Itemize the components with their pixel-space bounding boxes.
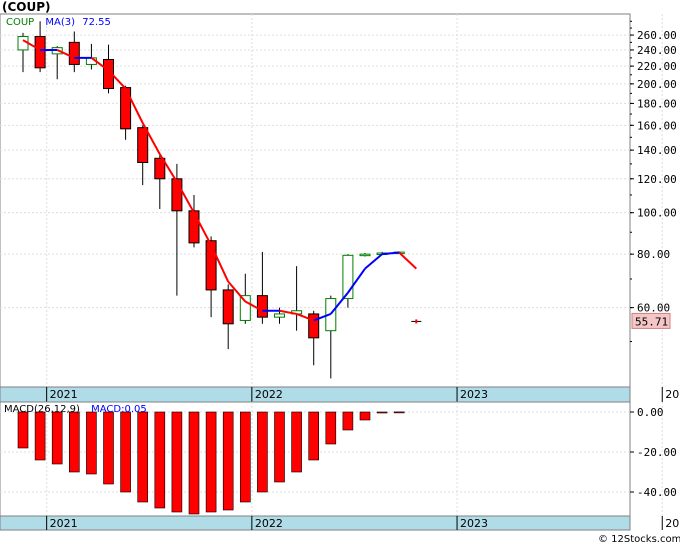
macd-bar xyxy=(393,411,405,414)
macd-tick-label: -40.00 xyxy=(637,486,677,499)
price-y-axis: 260.00 240.00 220.00 200.00 180.00 160.00 140.… xyxy=(630,20,677,343)
price-tick-label: 120.00 xyxy=(637,173,677,186)
candle-body xyxy=(222,289,234,325)
candle-body xyxy=(137,127,149,163)
price-tick-label: 260.00 xyxy=(637,29,677,42)
macd-bar xyxy=(69,411,80,473)
macd-bar xyxy=(34,411,46,461)
price-x-axis-band xyxy=(0,386,631,403)
price-tick-label: 80.00 xyxy=(637,248,670,261)
macd-x-axis-band xyxy=(0,515,631,531)
year-label: 2022 xyxy=(255,388,283,401)
price-tick-label: 240.00 xyxy=(637,44,677,57)
stock-chart: 260.00 240.00 220.00 200.00 180.00 160.00 140.… xyxy=(0,0,680,545)
price-legend: COUP MA(3) 72.55 xyxy=(6,17,111,28)
macd-bar xyxy=(154,411,166,509)
macd-bar xyxy=(359,411,371,421)
macd-bar xyxy=(342,411,354,431)
macd-bar xyxy=(103,411,114,485)
year-label: 2022 xyxy=(255,517,283,530)
candle-body xyxy=(274,313,285,318)
macd-bar xyxy=(86,411,97,475)
candle-body xyxy=(188,210,200,244)
macd-bar xyxy=(51,411,63,465)
candle-body xyxy=(308,313,320,339)
macd-legend: MACD(26,12,9) MACD:0.05 xyxy=(4,404,147,415)
macd-bar xyxy=(205,411,217,513)
price-tick-label: 140.00 xyxy=(637,144,677,157)
chart-title: (COUP) xyxy=(2,0,51,14)
candle-body xyxy=(68,41,80,65)
macd-legend-label: MACD(26,12,9) xyxy=(4,404,80,415)
footer-credit: © 12Stocks.com xyxy=(598,534,680,545)
year-label: 2021 xyxy=(50,517,78,530)
macd-y-axis: 0.00 -20.00 -40.00 xyxy=(630,406,677,499)
macd-bar xyxy=(376,411,388,414)
macd-bar xyxy=(291,411,302,473)
macd-bar xyxy=(120,411,131,493)
macd-bar xyxy=(222,411,234,511)
price-tick-label: 100.00 xyxy=(637,207,677,220)
candle-body xyxy=(256,295,268,318)
macd-bar xyxy=(240,411,251,503)
macd-bar xyxy=(325,411,337,445)
macd-bar xyxy=(274,411,285,483)
price-tick-label: 160.00 xyxy=(637,119,677,132)
macd-bar xyxy=(308,411,320,461)
candle-body xyxy=(359,253,371,257)
candle-body xyxy=(239,295,251,321)
price-tick-label: 60.00 xyxy=(637,302,670,315)
macd-tick-label: -20.00 xyxy=(637,446,677,459)
macd-bar xyxy=(137,411,148,503)
candle-body xyxy=(34,36,46,69)
macd-bar xyxy=(188,411,200,515)
last-price-label: 55.71 xyxy=(635,315,668,328)
legend-ma-value: 72.55 xyxy=(82,17,111,28)
price-tick-label: 200.00 xyxy=(637,78,677,91)
macd-tick-label: 0.00 xyxy=(637,406,664,419)
year-label: 2024 xyxy=(665,517,680,530)
year-label: 2023 xyxy=(460,517,488,530)
legend-ma-label: MA(3) xyxy=(45,17,75,28)
legend-ticker: COUP xyxy=(6,17,34,28)
year-label: 2023 xyxy=(460,388,488,401)
year-label: 2024 xyxy=(665,388,680,401)
macd-legend-value: MACD:0.05 xyxy=(91,404,147,415)
candle-body xyxy=(205,240,217,291)
price-tick-label: 220.00 xyxy=(637,60,677,73)
macd-bar xyxy=(257,411,268,493)
macd-bar xyxy=(171,411,183,513)
macd-bar xyxy=(17,411,29,449)
year-label: 2021 xyxy=(50,388,78,401)
price-tick-label: 180.00 xyxy=(637,97,677,110)
